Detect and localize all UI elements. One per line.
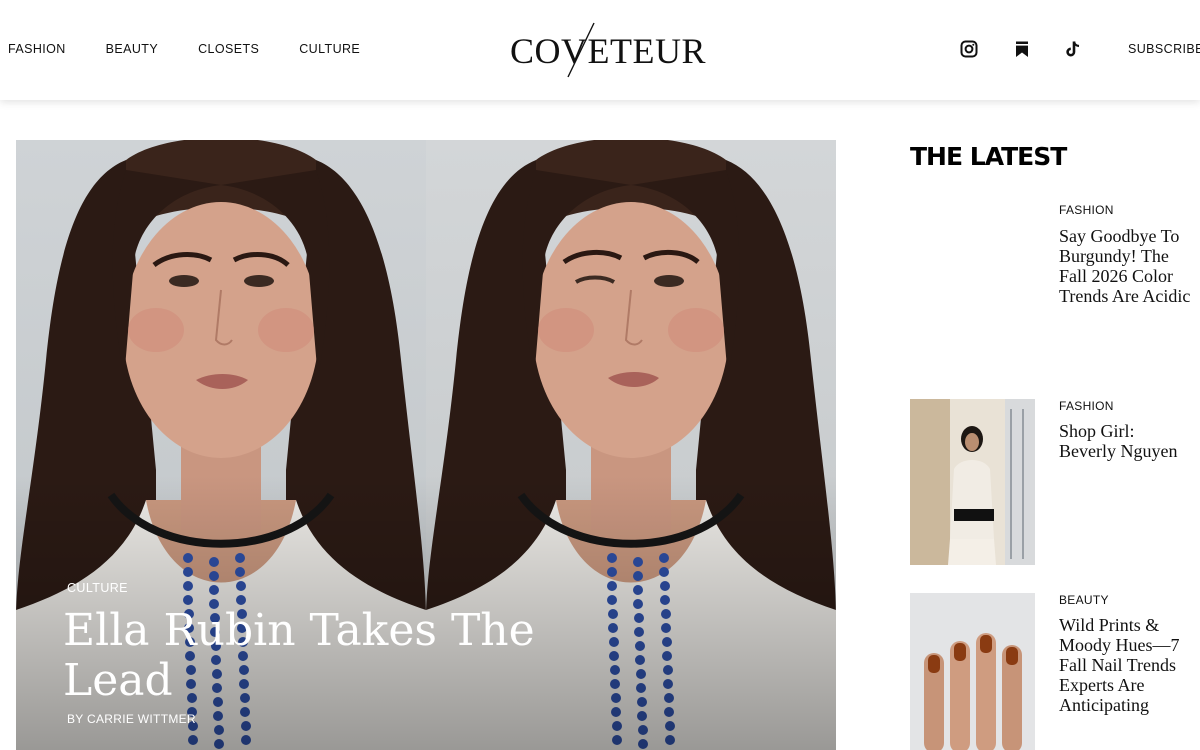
site-logo[interactable]: COVETEUR xyxy=(510,20,706,80)
nav-closets[interactable]: CLOSETS xyxy=(198,42,259,56)
hero-title[interactable]: Ella Rubin Takes The Lead xyxy=(63,606,543,706)
latest-card-title[interactable]: Wild Prints & Moody Hues—7 Fall Nail Tre… xyxy=(1059,615,1194,715)
latest-card-category[interactable]: BEAUTY xyxy=(1059,593,1109,607)
nav-beauty[interactable]: BEAUTY xyxy=(106,42,158,56)
latest-card-thumbnail[interactable] xyxy=(910,593,1035,750)
subscribe-link[interactable]: SUBSCRIBE xyxy=(1128,42,1200,56)
main-nav: FASHION BEAUTY CLOSETS CULTURE xyxy=(8,42,400,56)
site-header: FASHION BEAUTY CLOSETS CULTURE COVETEUR … xyxy=(0,0,1200,100)
latest-heading: THE LATEST xyxy=(910,142,1067,171)
nav-culture[interactable]: CULTURE xyxy=(299,42,360,56)
hero-category[interactable]: CULTURE xyxy=(67,581,128,595)
latest-card-category[interactable]: FASHION xyxy=(1059,399,1114,413)
latest-card[interactable]: FASHION Say Goodbye To Burgundy! The Fal… xyxy=(910,200,1200,380)
logo-slash xyxy=(567,22,595,78)
bookmark-icon[interactable] xyxy=(1011,38,1033,60)
latest-card-title[interactable]: Say Goodbye To Burgundy! The Fall 2026 C… xyxy=(1059,226,1194,306)
hero-feature[interactable]: CULTURE Ella Rubin Takes The Lead BY CAR… xyxy=(16,140,836,750)
nav-fashion[interactable]: FASHION xyxy=(8,42,66,56)
latest-card[interactable]: FASHION Shop Girl: Beverly Nguyen xyxy=(910,399,1200,569)
latest-card-thumbnail[interactable] xyxy=(910,399,1035,565)
latest-card[interactable]: BEAUTY Wild Prints & Moody Hues—7 Fall N… xyxy=(910,593,1200,750)
hero-byline: BY CARRIE WITTMER xyxy=(67,712,196,726)
latest-card-category[interactable]: FASHION xyxy=(1059,203,1114,217)
latest-card-title[interactable]: Shop Girl: Beverly Nguyen xyxy=(1059,421,1194,461)
tiktok-icon[interactable] xyxy=(1062,38,1084,60)
instagram-icon[interactable] xyxy=(958,38,980,60)
